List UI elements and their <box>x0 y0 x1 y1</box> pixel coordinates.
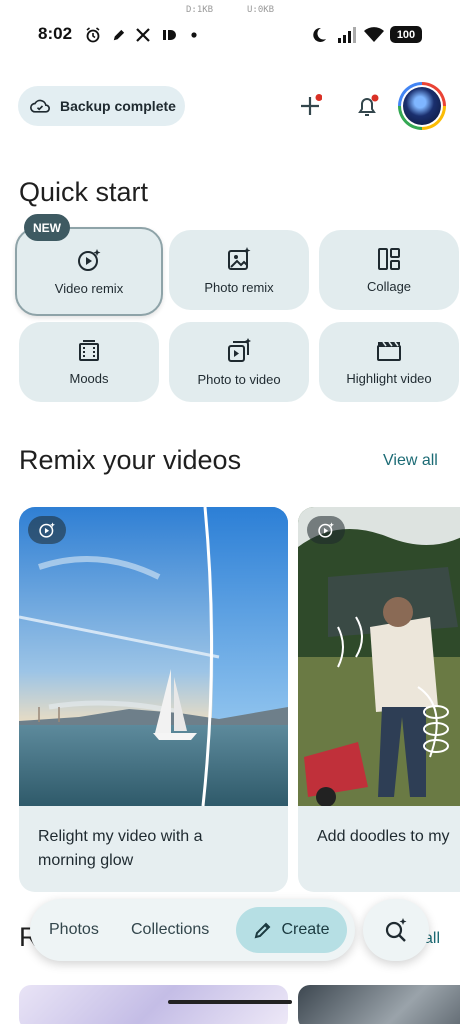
remix-card-doodles[interactable]: Add doodles to my <box>298 507 460 892</box>
notifications-button[interactable] <box>349 88 385 124</box>
photo-to-video-icon <box>226 337 252 364</box>
x-logo-icon <box>133 26 153 44</box>
cloud-check-icon <box>30 98 50 114</box>
search-sparkle-icon <box>383 917 409 943</box>
relight-video-thumbnail <box>19 507 288 806</box>
remix-badge-icon <box>307 516 345 544</box>
backup-label: Backup complete <box>60 98 176 114</box>
dot-icon <box>189 26 199 44</box>
bottom-thumbnail[interactable] <box>298 985 460 1024</box>
card-caption: Relight my video with a morning glow <box>38 825 278 873</box>
backup-status-button[interactable]: Backup complete <box>18 86 185 126</box>
battery-indicator: 100 <box>390 26 422 43</box>
bottom-navigation: Photos Collections Create <box>30 899 355 961</box>
new-badge: NEW <box>24 214 70 241</box>
doodles-video-thumbnail <box>298 507 460 806</box>
video-remix-icon <box>76 247 102 273</box>
remix-badge-icon <box>28 516 66 544</box>
status-time: 8:02 <box>38 24 73 43</box>
app-icon <box>160 26 178 44</box>
avatar[interactable] <box>398 82 446 130</box>
wifi-icon <box>362 26 386 44</box>
tile-label: Photo remix <box>204 279 274 295</box>
tile-photo-remix[interactable]: Photo remix <box>169 230 309 310</box>
remix-section-title: Remix your videos <box>19 445 242 475</box>
nav-collections[interactable]: Collections <box>131 921 209 939</box>
nav-create-label: Create <box>281 921 330 938</box>
photo-remix-icon <box>226 246 252 272</box>
tile-moods[interactable]: Moods <box>19 322 159 402</box>
notifications-icon <box>355 94 379 118</box>
tile-label: Highlight video <box>346 370 432 386</box>
highlight-video-icon <box>376 339 402 363</box>
nav-photos[interactable]: Photos <box>49 921 99 939</box>
add-icon <box>298 94 322 118</box>
moon-icon <box>309 26 329 44</box>
add-button[interactable] <box>292 88 328 124</box>
tile-label: Video remix <box>54 281 124 296</box>
search-button[interactable] <box>363 899 429 961</box>
nav-create[interactable]: Create <box>236 907 347 953</box>
tile-label: Moods <box>69 370 109 386</box>
alarm-icon <box>84 26 102 44</box>
tile-label: Photo to video <box>197 371 281 387</box>
remix-card-relight[interactable]: Relight my video with a morning glow <box>19 507 288 892</box>
pencil-icon <box>253 920 273 940</box>
card-caption-line: morning glow <box>38 852 134 869</box>
view-all-link[interactable]: View all <box>383 452 438 470</box>
bottom-thumbnail[interactable] <box>19 985 288 1024</box>
quick-start-title: Quick start <box>19 177 149 207</box>
pen-icon <box>109 26 127 44</box>
tile-highlight-video[interactable]: Highlight video <box>319 322 459 402</box>
collage-icon <box>377 247 401 271</box>
card-caption-line: Relight my video with a <box>38 828 203 845</box>
home-indicator[interactable] <box>168 1000 292 1004</box>
tile-label: Collage <box>366 278 412 294</box>
card-caption-line: Add doodles to my <box>317 828 450 845</box>
tile-photo-to-video[interactable]: Photo to video <box>169 322 309 402</box>
moods-icon <box>77 339 101 363</box>
signal-icon <box>335 26 359 44</box>
card-caption: Add doodles to my <box>317 825 460 849</box>
avatar-image <box>403 87 441 125</box>
status-bar: 8:02 100 <box>0 0 460 66</box>
tile-collage[interactable]: Collage <box>319 230 459 310</box>
